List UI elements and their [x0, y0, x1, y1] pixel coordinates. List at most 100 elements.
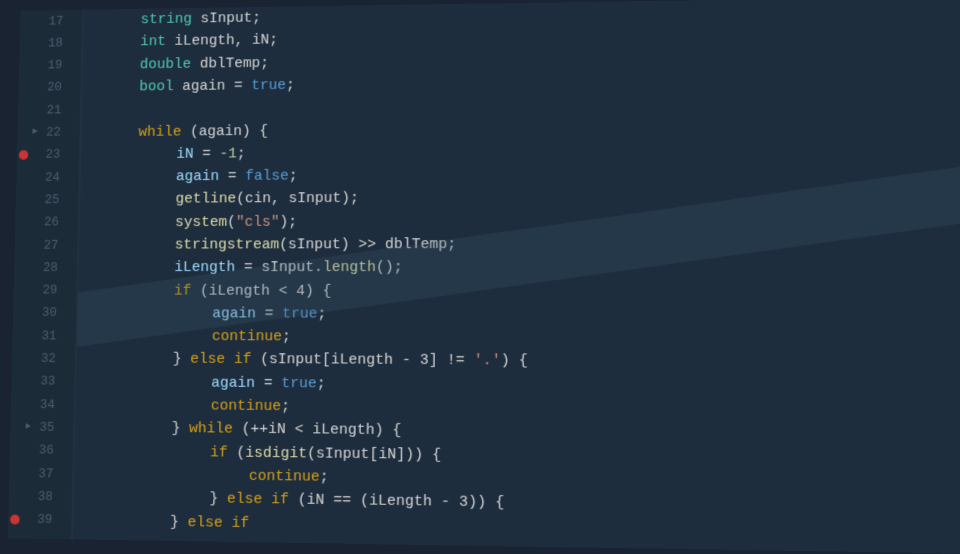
line-number-31: 31 [12, 325, 66, 348]
token-func: getline [175, 188, 236, 211]
editor-container: 1718192021▸22232425262728293031323334▸35… [8, 0, 960, 554]
token-kw-ctrl: while [138, 120, 181, 143]
token-plain: (++iN < iLength) { [233, 418, 402, 443]
token-plain: ; [320, 466, 329, 490]
token-plain: } [209, 488, 227, 512]
token-kw-ctrl: else if [187, 511, 249, 535]
line-number-37: 37 [9, 462, 63, 486]
token-kw-ctrl: if [174, 279, 192, 302]
token-plain: sInput; [192, 7, 261, 30]
line-number-22: ▸22 [17, 121, 70, 144]
token-plain: ; [289, 165, 298, 188]
line-number-29: 29 [13, 279, 67, 302]
line-number-36: 36 [10, 439, 64, 463]
token-plain: (cin, sInput); [236, 187, 359, 210]
token-plain: ; [237, 143, 246, 166]
token-plain: } [170, 510, 188, 534]
token-kw-type: string [140, 8, 192, 31]
line-number-23: 23 [17, 144, 70, 167]
token-func: stringstream [175, 234, 280, 257]
line-number-gutter: 1718192021▸22232425262728293031323334▸35… [8, 10, 84, 540]
token-func: isdigit [245, 441, 307, 465]
line-number-27: 27 [15, 234, 68, 257]
token-plain: ( [228, 441, 246, 464]
token-kw-ctrl: continue [212, 325, 282, 348]
line-number-32: 32 [12, 347, 66, 370]
token-plain: } [171, 417, 189, 440]
breakpoint-dot [10, 515, 20, 525]
breakpoint-dot [19, 151, 29, 161]
token-number: -1 [219, 143, 237, 166]
token-plain: } [173, 348, 191, 371]
token-plain: again = [173, 75, 251, 98]
token-plain: ; [281, 395, 290, 418]
fold-arrow[interactable]: ▸ [25, 419, 31, 436]
line-number-28: 28 [14, 257, 68, 280]
token-plain: iLength, iN; [166, 29, 278, 53]
token-plain: (iLength < 4) { [191, 279, 331, 302]
token-identifier: again [176, 165, 220, 188]
token-identifier: iN [176, 143, 194, 166]
line-number-34: 34 [11, 393, 65, 416]
token-identifier: again [212, 302, 256, 325]
token-string: "cls" [236, 211, 280, 234]
token-plain: (sInput[iN])) { [307, 442, 441, 467]
token-plain: ; [317, 303, 326, 326]
line-number-26: 26 [15, 211, 68, 234]
code-line-29: if (iLength < 4) { [97, 279, 960, 303]
code-line-30: again = true; [97, 302, 960, 328]
line-number-20: 20 [18, 77, 71, 100]
line-number-30: 30 [13, 302, 67, 325]
code-line-26: system("cls"); [98, 208, 960, 234]
code-line-27: stringstream(sInput) >> dblTemp; [98, 232, 960, 257]
token-kw-bool: true [251, 74, 286, 97]
token-kw-type: bool [139, 76, 174, 99]
token-kw-ctrl: continue [249, 465, 320, 489]
code-line-28: iLength = sInput.length(); [98, 256, 960, 280]
token-plain: (iN == (iLength - 3)) { [289, 489, 505, 515]
token-kw-ctrl: while [189, 418, 233, 442]
code-area: string sInput; int iLength, iN;double dbl… [73, 0, 960, 554]
line-number-39: 39 [8, 508, 62, 532]
token-plain: ( [227, 211, 236, 234]
line-number-33: 33 [11, 370, 65, 393]
line-number-25: 25 [16, 189, 69, 212]
token-identifier: iLength [174, 257, 235, 280]
token-plain: = [256, 302, 283, 325]
line-number-35: ▸35 [10, 416, 64, 439]
token-plain: ; [286, 74, 295, 97]
token-kw-bool: true [281, 372, 317, 395]
token-kw-ctrl: if [210, 441, 228, 464]
token-plain: = sInput. [235, 256, 323, 279]
token-plain: dblTemp; [191, 52, 269, 75]
token-kw-bool: true [282, 303, 318, 326]
token-plain: = [219, 165, 245, 188]
token-kw-ctrl: else if [190, 348, 252, 371]
token-identifier: again [211, 371, 255, 394]
line-number-21: 21 [18, 99, 71, 122]
line-number-18: 18 [19, 32, 72, 55]
token-plain: (sInput[iLength - 3] != [251, 349, 474, 373]
token-func: length [323, 256, 376, 279]
token-plain: (again) { [181, 120, 268, 143]
token-kw-ctrl: else if [227, 488, 289, 512]
line-number-17: 17 [20, 10, 73, 33]
token-plain: ; [282, 326, 291, 349]
token-kw-type: int [140, 31, 166, 54]
token-plain: ; [317, 372, 326, 395]
line-number-24: 24 [16, 166, 69, 189]
token-plain: = [255, 372, 282, 395]
line-number-19: 19 [19, 54, 72, 77]
token-plain: ); [279, 211, 297, 234]
token-func: system [175, 211, 227, 234]
token-kw-type: double [140, 53, 192, 76]
token-kw-ctrl: continue [211, 395, 282, 419]
token-plain: = [193, 143, 219, 166]
line-number-38: 38 [9, 485, 63, 509]
token-plain: (sInput) >> dblTemp; [279, 233, 456, 256]
fold-arrow[interactable]: ▸ [32, 125, 38, 141]
token-plain: (); [376, 256, 403, 279]
token-string: '.' [474, 350, 501, 374]
token-plain: ) { [501, 350, 528, 374]
token-kw-bool: false [245, 165, 289, 188]
